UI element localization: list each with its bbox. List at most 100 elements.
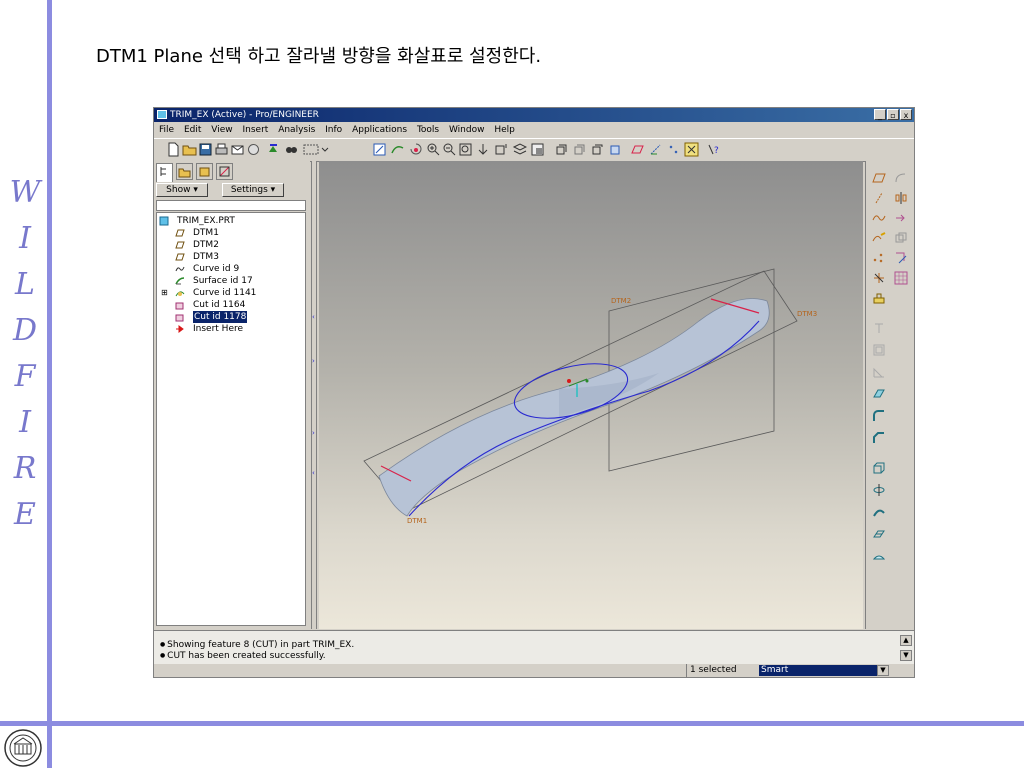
chamfer-tool-icon[interactable]: [872, 431, 886, 445]
menu-file[interactable]: File: [159, 125, 174, 135]
sweep-tool-icon[interactable]: [872, 505, 886, 519]
datum-curve-icon[interactable]: [390, 142, 405, 157]
tree-header: [156, 200, 306, 211]
analysis-feature-icon[interactable]: [872, 291, 886, 305]
new-file-icon[interactable]: [166, 142, 181, 157]
revolve-tool-icon[interactable]: [872, 483, 886, 497]
curve-icon: [175, 266, 185, 272]
boundary-blend-icon[interactable]: [872, 549, 886, 563]
slide-left-bar: [47, 0, 52, 768]
rib-tool-icon[interactable]: [872, 365, 886, 379]
view-manager-icon[interactable]: [530, 142, 545, 157]
panel-splitter[interactable]: ‹ › › ‹: [311, 161, 317, 629]
window-title: TRIM_EX (Active) - Pro/ENGINEER: [170, 110, 319, 120]
tree-item-label: Surface id 17: [193, 276, 253, 286]
orient-icon[interactable]: [476, 142, 491, 157]
datum-plane-tool-icon[interactable]: [872, 171, 886, 185]
save-icon[interactable]: [198, 142, 213, 157]
shading-icon[interactable]: [608, 142, 623, 157]
cut-icon: [175, 302, 184, 310]
selection-count: 1 selected: [686, 664, 760, 677]
hidden-line-icon[interactable]: [572, 142, 587, 157]
menu-analysis[interactable]: Analysis: [278, 125, 315, 135]
menu-view[interactable]: View: [211, 125, 232, 135]
svg-text:›: ›: [312, 429, 315, 437]
close-button[interactable]: x: [900, 109, 912, 120]
tree-item-label: DTM1: [193, 228, 219, 238]
show-dropdown[interactable]: Show ▾: [156, 183, 208, 197]
email-icon[interactable]: [230, 142, 245, 157]
context-help-icon[interactable]: ?: [706, 142, 721, 157]
spin-icon[interactable]: [408, 142, 423, 157]
regenerate-icon[interactable]: [266, 142, 281, 157]
menu-tools[interactable]: Tools: [417, 125, 439, 135]
message-scroll-down-button[interactable]: ▼: [900, 650, 912, 661]
menu-edit[interactable]: Edit: [184, 125, 201, 135]
hole-tool-icon[interactable]: [872, 321, 886, 335]
menu-window[interactable]: Window: [449, 125, 485, 135]
proe-window: TRIM_EX (Active) - Pro/ENGINEER _ ▫ x File…: [153, 107, 915, 678]
coordinate-systems-display-icon[interactable]: [684, 142, 699, 157]
direction-arrow-point[interactable]: [567, 379, 571, 383]
blend-tool-icon[interactable]: [872, 527, 886, 541]
wireframe-icon[interactable]: [554, 142, 569, 157]
datum-axis-tool-icon[interactable]: [872, 191, 886, 205]
filter-dropdown-icon[interactable]: ▼: [877, 665, 889, 676]
side-letter: L: [15, 267, 35, 302]
datum-plane-icon: [175, 253, 185, 261]
datum-axes-display-icon[interactable]: [648, 142, 663, 157]
merge-tool-icon[interactable]: [894, 211, 908, 225]
print-icon[interactable]: [214, 142, 229, 157]
no-hidden-icon[interactable]: [590, 142, 605, 157]
zoom-out-icon[interactable]: [442, 142, 457, 157]
datum-planes-display-icon[interactable]: [630, 142, 645, 157]
draft-tool-icon[interactable]: [872, 387, 886, 401]
menu-applications[interactable]: Applications: [352, 125, 407, 135]
round-tool-icon[interactable]: [872, 409, 886, 423]
expand-plus-icon[interactable]: ⊞: [161, 287, 168, 299]
connections-tab[interactable]: [216, 163, 233, 180]
intersect-tool-icon[interactable]: [894, 231, 908, 245]
sketch-curve-tool-icon[interactable]: [872, 231, 886, 245]
menu-insert[interactable]: Insert: [242, 125, 268, 135]
graphics-viewport[interactable]: DTM2 DTM3 DTM1: [319, 161, 863, 629]
sketched-datum-curve-icon[interactable]: [894, 171, 908, 185]
minimize-button[interactable]: _: [874, 109, 886, 120]
pattern-tool-icon[interactable]: [894, 271, 908, 285]
coordinate-system-tool-icon[interactable]: [872, 271, 886, 285]
datum-point-tool-icon[interactable]: [872, 251, 886, 265]
selection-filter-select[interactable]: Smart: [759, 665, 889, 676]
sketch-tool-icon[interactable]: [372, 142, 387, 157]
shell-tool-icon[interactable]: [872, 343, 886, 357]
dtm2-label: DTM2: [611, 297, 631, 305]
select-box-icon[interactable]: [302, 142, 332, 157]
show-label: Show: [166, 185, 191, 195]
slide-bottom-bar: [0, 721, 1024, 726]
extrude-tool-icon[interactable]: [872, 461, 886, 475]
refit-icon[interactable]: [458, 142, 473, 157]
menu-help[interactable]: Help: [494, 125, 515, 135]
datum-curve-tool-icon[interactable]: [872, 211, 886, 225]
message-scroll-up-button[interactable]: ▲: [900, 635, 912, 646]
open-folder-icon[interactable]: [182, 142, 197, 157]
folder-browser-tab[interactable]: [176, 163, 193, 180]
model-render[interactable]: DTM2 DTM3 DTM1: [319, 161, 863, 629]
slide-title: DTM1 Plane 선택 하고 잘라낼 방향을 화살표로 설정한다.: [96, 46, 542, 67]
surface-icon: [175, 277, 185, 285]
datum-points-display-icon[interactable]: [666, 142, 681, 157]
menu-info[interactable]: Info: [325, 125, 342, 135]
find-icon[interactable]: [284, 142, 299, 157]
tree-item-label: DTM2: [193, 240, 219, 250]
restore-button[interactable]: ▫: [887, 109, 899, 120]
model-tree-tab[interactable]: [156, 163, 173, 182]
email-link-icon[interactable]: [246, 142, 261, 157]
layers-icon[interactable]: [512, 142, 528, 157]
favorites-tab[interactable]: [196, 163, 213, 180]
mirror-tool-icon[interactable]: [894, 191, 908, 205]
settings-dropdown[interactable]: Settings ▾: [222, 183, 284, 197]
window-titlebar: TRIM_EX (Active) - Pro/ENGINEER _ ▫ x: [154, 108, 914, 122]
zoom-in-icon[interactable]: [426, 142, 441, 157]
trim-tool-icon[interactable]: [894, 251, 908, 265]
saved-views-icon[interactable]: [494, 142, 509, 157]
settings-label: Settings: [230, 185, 268, 195]
